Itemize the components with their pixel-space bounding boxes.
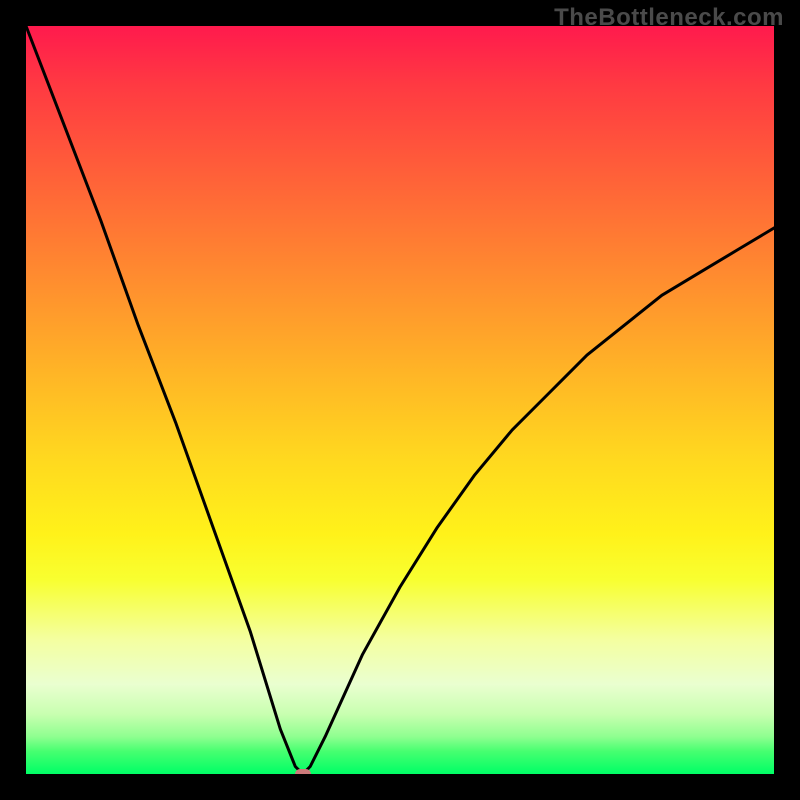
best-fit-marker: [295, 769, 311, 774]
watermark-text: TheBottleneck.com: [554, 4, 784, 32]
bottleneck-curve: [26, 26, 774, 774]
plot-area: [26, 26, 774, 774]
chart-frame: TheBottleneck.com: [0, 0, 800, 800]
curve-svg: [26, 26, 774, 774]
